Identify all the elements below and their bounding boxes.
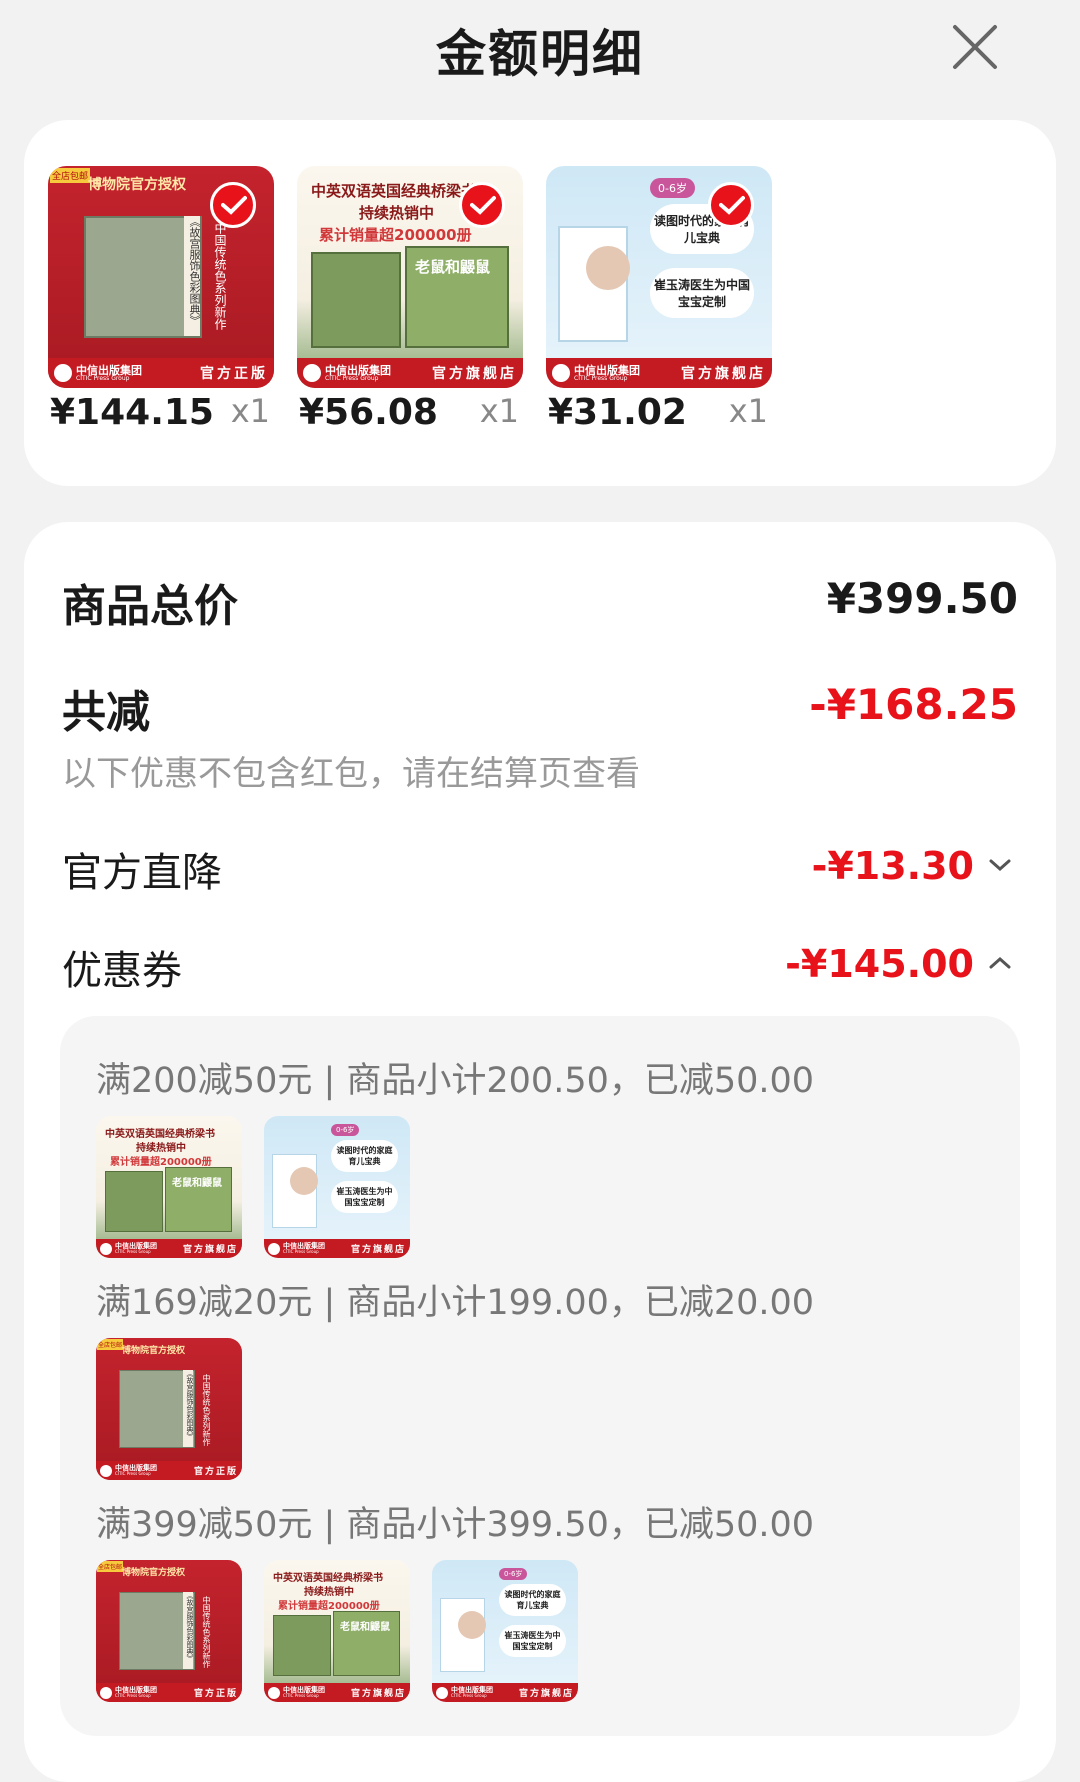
product-price: ¥31.02 [548, 392, 687, 433]
publisher-en: CITIC Press Group [115, 1471, 151, 1476]
cover-sub-text: 持续热销中 [136, 1143, 186, 1154]
shop-badge: 官方旗舰店 [182, 1245, 238, 1255]
shop-badge: 官方正版 [193, 1689, 238, 1699]
cover-top-text: 博物院官方授权 [122, 1568, 186, 1578]
direct-value[interactable]: -¥13.30 [812, 844, 974, 888]
check-icon[interactable] [210, 182, 256, 228]
tag-badge: 全店包邮 [50, 168, 91, 183]
publisher-name: 中信出版集团 [325, 363, 391, 377]
publisher-logo [54, 364, 72, 382]
book-title: 老鼠和鼹鼠 [172, 1178, 222, 1189]
publisher-logo [100, 1464, 112, 1477]
cover-top-text: 博物院官方授权 [88, 177, 186, 193]
coupon-product-thumbnail[interactable]: 0-6岁 读图时代的家庭育儿宝典 崔玉涛医生为中国宝宝定制 中信出版集团 CIT… [264, 1116, 410, 1258]
product-thumbnail[interactable]: 中英双语英国经典桥梁书 持续热销中 累计销量超200000册 老鼠和鼹鼠 中信出… [297, 166, 523, 388]
book-title: 《故宫服饰色彩图典》 [183, 1592, 194, 1669]
reduce-value: -¥168.25 [809, 680, 1018, 729]
reduce-note: 以下优惠不包含红包，请在结算页查看 [62, 754, 640, 794]
age-badge: 0-6岁 [499, 1568, 528, 1580]
bubble-text: 崔玉涛医生为中国宝宝定制 [650, 268, 754, 318]
coupon-desc: 满399减50元 | 商品小计399.50，已减50.00 [96, 1505, 815, 1545]
chevron-up-icon[interactable] [988, 955, 1012, 971]
shop-badge: 官方旗舰店 [350, 1689, 406, 1699]
product-item[interactable]: 0-6岁 读图时代的家庭育儿宝典 崔玉涛医生为中国宝宝定制 中信出版集团 CIT… [546, 166, 772, 433]
vertical-text: 中国传统色系列新作 [202, 1374, 211, 1446]
publisher-en: CITIC Press Group [115, 1249, 151, 1254]
shop-badge: 官方正版 [200, 366, 268, 382]
coupon-product-thumbnail[interactable]: 0-6岁 读图时代的家庭育儿宝典 崔玉涛医生为中国宝宝定制 中信出版集团 CIT… [432, 1560, 578, 1702]
coupon-product-thumbnail[interactable]: 中英双语英国经典桥梁书 持续热销中 累计销量超200000册 老鼠和鼹鼠 中信出… [96, 1116, 242, 1258]
publisher-logo [268, 1242, 280, 1255]
coupon-product-thumbnail[interactable]: 全店包邮 博物院官方授权 《故宫服饰色彩图典》 中国传统色系列新作 中信出版集团… [96, 1338, 242, 1480]
tag-badge: 全店包邮 [97, 1561, 124, 1572]
publisher-logo [100, 1242, 112, 1255]
publisher-logo [436, 1686, 448, 1699]
product-qty: x1 [230, 392, 270, 430]
header: 金额明细 [0, 0, 1080, 100]
coupon-value[interactable]: -¥145.00 [785, 942, 974, 986]
book-title: 《故宫服饰色彩图典》 [184, 216, 201, 336]
check-icon[interactable] [708, 182, 754, 228]
coupon-product-thumbnail[interactable]: 全店包邮 博物院官方授权 《故宫服饰色彩图典》 中国传统色系列新作 中信出版集团… [96, 1560, 242, 1702]
publisher-logo [303, 364, 321, 382]
chevron-down-icon[interactable] [988, 857, 1012, 873]
cover-top-text: 中英双语英国经典桥梁书 [273, 1573, 383, 1584]
direct-label: 官方直降 [62, 850, 222, 896]
vertical-text: 中国传统色系列新作 [213, 222, 227, 330]
shop-badge: 官方旗舰店 [681, 366, 766, 382]
coupon-desc: 满200减50元 | 商品小计200.50，已减50.00 [96, 1061, 815, 1101]
cover-highlight: 累计销量超200000册 [110, 1157, 212, 1168]
cover-top-text: 中英双语英国经典桥梁书 [105, 1129, 215, 1140]
publisher-en: CITIC Press Group [451, 1693, 487, 1698]
book-title: 老鼠和鼹鼠 [340, 1622, 390, 1633]
product-price: ¥144.15 [50, 392, 214, 433]
publisher-name: 中信出版集团 [574, 363, 640, 377]
product-thumbnail[interactable]: 0-6岁 读图时代的家庭育儿宝典 崔玉涛医生为中国宝宝定制 中信出版集团 CIT… [546, 166, 772, 388]
shop-badge: 官方旗舰店 [518, 1689, 574, 1699]
bubble-text: 崔玉涛医生为中国宝宝定制 [499, 1625, 566, 1657]
check-icon[interactable] [459, 182, 505, 228]
product-price: ¥56.08 [299, 392, 438, 433]
shop-badge: 官方正版 [193, 1467, 238, 1477]
book-title: 《故宫服饰色彩图典》 [183, 1370, 194, 1447]
cover-highlight: 累计销量超200000册 [319, 226, 472, 244]
bubble-text: 读图时代的家庭育儿宝典 [499, 1584, 566, 1616]
cover-highlight: 累计销量超200000册 [278, 1601, 380, 1612]
publisher-logo [100, 1686, 112, 1699]
shop-badge: 官方旗舰店 [350, 1245, 406, 1255]
coupon-panel: 满200减50元 | 商品小计200.50，已减50.00 满169减20元 |… [60, 1016, 1020, 1736]
coupon-desc: 满169减20元 | 商品小计199.00，已减20.00 [96, 1283, 815, 1323]
age-badge: 0-6岁 [650, 178, 695, 198]
cover-top-text: 中英双语英国经典桥梁书 [311, 182, 477, 200]
product-item[interactable]: 中英双语英国经典桥梁书 持续热销中 累计销量超200000册 老鼠和鼹鼠 中信出… [297, 166, 523, 433]
bubble-text: 读图时代的家庭育儿宝典 [331, 1140, 398, 1172]
shop-badge: 官方旗舰店 [432, 366, 517, 382]
publisher-logo [552, 364, 570, 382]
reduce-label: 共减 [62, 687, 150, 738]
cover-sub-text: 持续热销中 [304, 1587, 354, 1598]
coupon-label: 优惠券 [62, 948, 182, 994]
close-icon[interactable] [950, 22, 1000, 72]
product-thumbnail[interactable]: 全店包邮 博物院官方授权 《故宫服饰色彩图典》 中国传统色系列新作 中信出版集团… [48, 166, 274, 388]
publisher-en: CITIC Press Group [115, 1693, 151, 1698]
product-item[interactable]: 全店包邮 博物院官方授权 《故宫服饰色彩图典》 中国传统色系列新作 中信出版集团… [48, 166, 274, 433]
age-badge: 0-6岁 [331, 1124, 360, 1136]
publisher-en: CITIC Press Group [283, 1249, 319, 1254]
coupon-product-thumbnail[interactable]: 中英双语英国经典桥梁书 持续热销中 累计销量超200000册 老鼠和鼹鼠 中信出… [264, 1560, 410, 1702]
page-title: 金额明细 [436, 25, 644, 83]
cover-sub-text: 持续热销中 [359, 204, 435, 222]
total-label: 商品总价 [62, 581, 238, 632]
publisher-logo [268, 1686, 280, 1699]
product-qty: x1 [479, 392, 519, 430]
vertical-text: 中国传统色系列新作 [202, 1596, 211, 1668]
bubble-text: 崔玉涛医生为中国宝宝定制 [331, 1181, 398, 1213]
publisher-name: 中信出版集团 [76, 363, 142, 377]
product-qty: x1 [728, 392, 768, 430]
total-value: ¥399.50 [826, 574, 1018, 623]
cover-top-text: 博物院官方授权 [122, 1346, 186, 1356]
publisher-en: CITIC Press Group [283, 1693, 319, 1698]
book-title: 老鼠和鼹鼠 [415, 258, 491, 276]
tag-badge: 全店包邮 [97, 1339, 124, 1350]
